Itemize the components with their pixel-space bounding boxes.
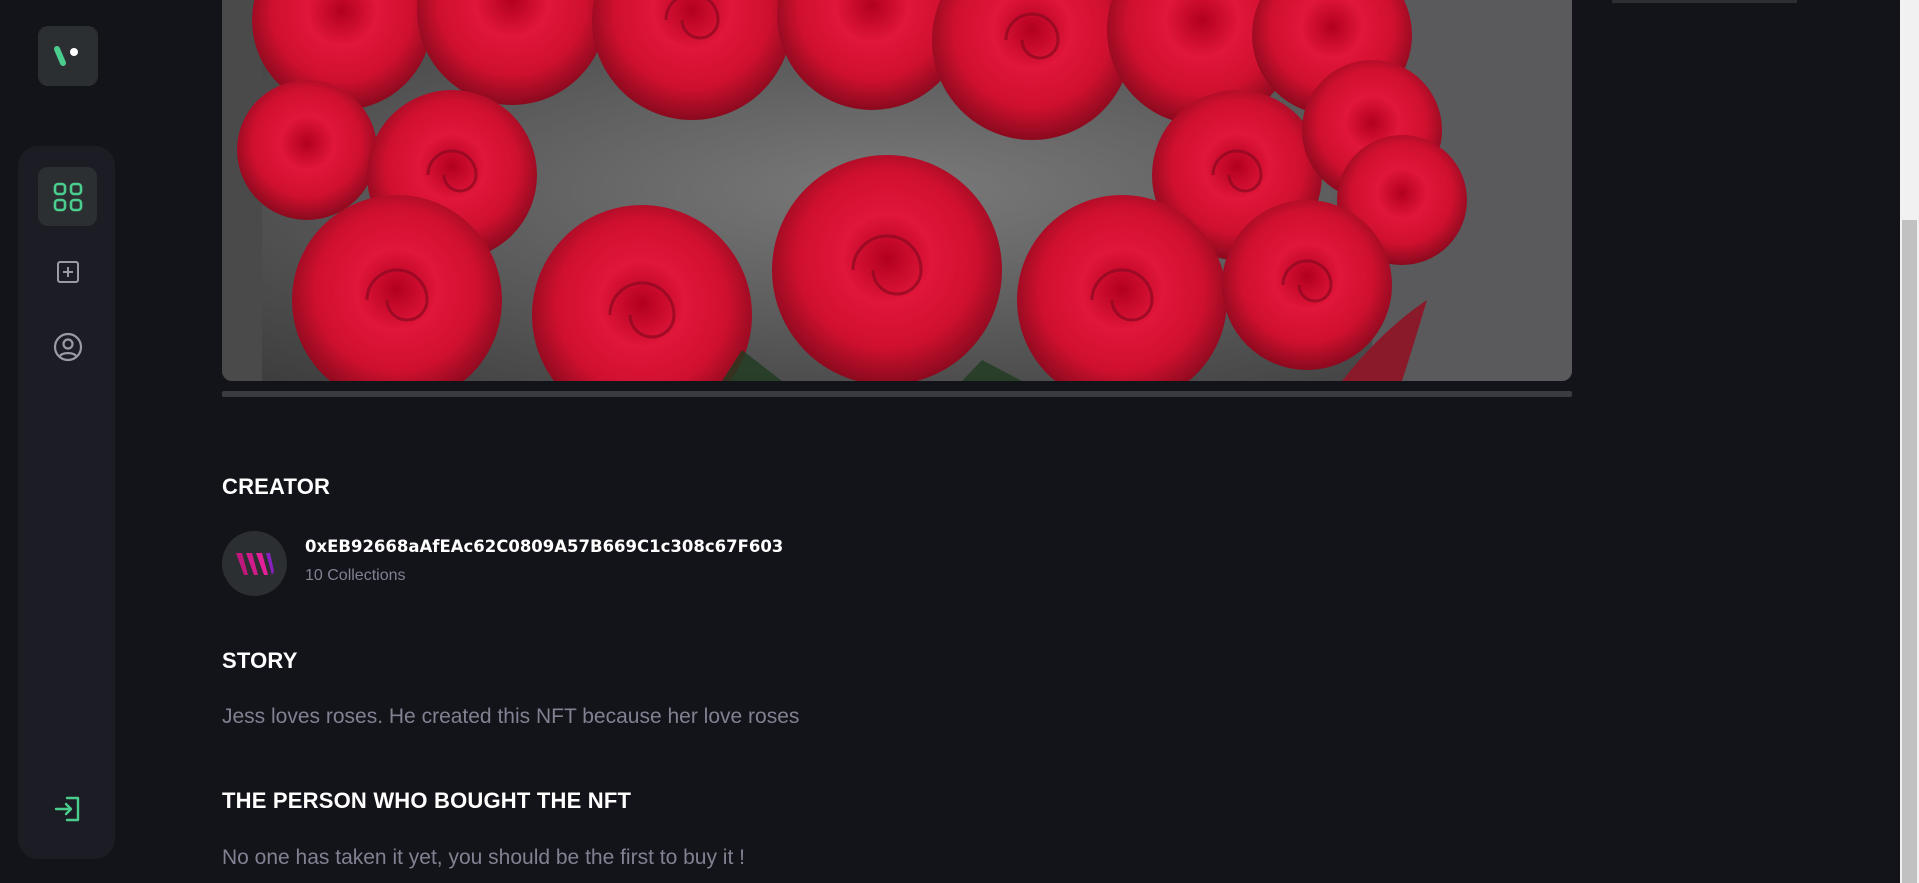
creator-heading: CREATOR bbox=[222, 474, 331, 499]
user-circle-icon bbox=[53, 332, 82, 361]
page-scrollbar[interactable] bbox=[1900, 0, 1919, 883]
plus-square-icon bbox=[56, 260, 79, 283]
creator-address[interactable]: 0xEB92668aAfEAc62C0809A57B669C1c308c67F6… bbox=[305, 537, 783, 556]
top-right-panel-edge bbox=[1612, 0, 1797, 3]
login-arrow-icon bbox=[54, 796, 79, 821]
creator-collections-count: 10 Collections bbox=[305, 567, 406, 584]
buyer-text: No one has taken it yet, you should be t… bbox=[222, 846, 745, 869]
roses-image bbox=[222, 0, 1572, 381]
sidebar-nav bbox=[18, 146, 115, 859]
story-heading: STORY bbox=[222, 648, 298, 673]
scrollbar-thumb[interactable] bbox=[1902, 220, 1917, 883]
buyer-heading: THE PERSON WHO BOUGHT THE NFT bbox=[222, 788, 632, 813]
creator-avatar[interactable] bbox=[222, 531, 287, 596]
grid-icon bbox=[53, 182, 82, 211]
creator-logo-icon bbox=[235, 552, 274, 575]
story-text: Jess loves roses. He created this NFT be… bbox=[222, 705, 800, 728]
sidebar-item-profile[interactable] bbox=[38, 317, 97, 376]
brand-logo-icon bbox=[54, 46, 78, 66]
nft-image bbox=[222, 0, 1572, 381]
funding-progress-bar bbox=[222, 391, 1572, 397]
sidebar-item-create-campaign[interactable] bbox=[38, 242, 97, 301]
nft-details: CREATOR 0xEB92668aAfEAc62C0809A57B669C1c… bbox=[222, 0, 1572, 883]
brand-logo[interactable] bbox=[38, 26, 98, 86]
sidebar-item-dashboard[interactable] bbox=[38, 167, 97, 226]
logout-button[interactable] bbox=[38, 779, 97, 838]
